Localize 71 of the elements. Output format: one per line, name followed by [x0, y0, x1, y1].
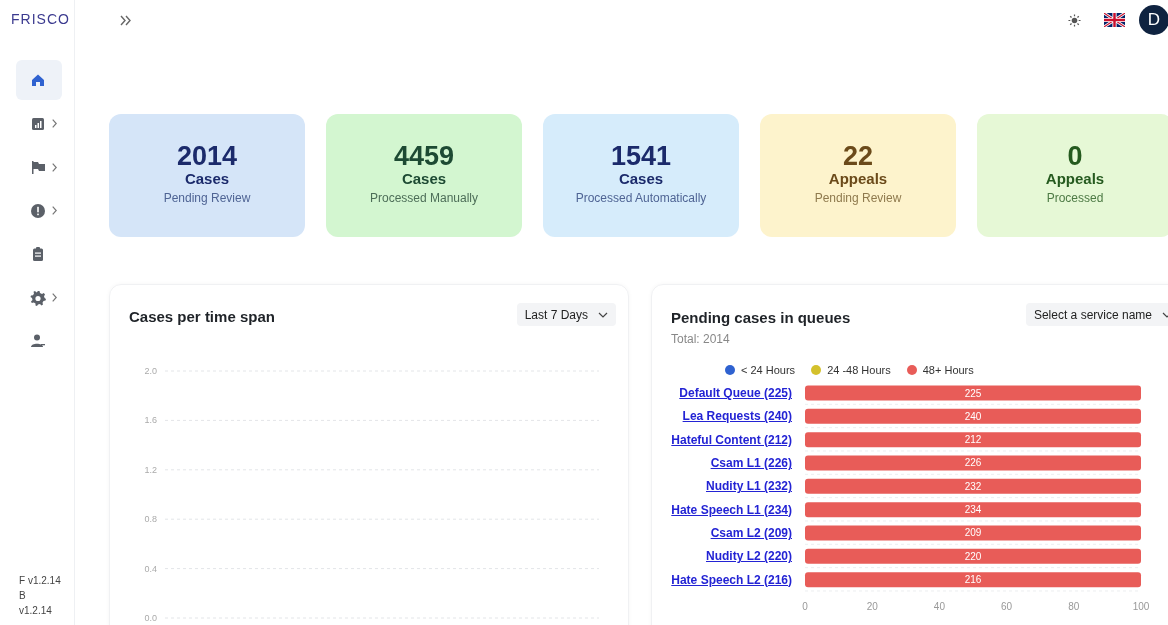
axis-tick-label: 0.8: [144, 514, 157, 525]
queue-link[interactable]: Nudity L1 (232): [706, 475, 792, 499]
axis-tick-label: 0.0: [144, 613, 157, 623]
stat-label: Pending Review: [814, 191, 902, 205]
stat-unit: Cases: [401, 170, 447, 187]
total-text: Total: 2014: [671, 332, 731, 346]
stat-label: Processed Manually: [369, 191, 479, 205]
queue-link[interactable]: Hateful Content (212): [671, 428, 792, 452]
service-dropdown[interactable]: Select a service name: [1025, 303, 1168, 326]
queue-link[interactable]: Default Queue (225): [679, 382, 792, 406]
card-title: Cases per time span: [129, 308, 275, 325]
logo: FRISCO: [11, 11, 70, 27]
version-text: v1.2.14: [19, 604, 53, 618]
bar-value-label: 226: [964, 457, 982, 469]
axis-tick-label: 0.4: [144, 563, 157, 574]
stat-label: Pending Review: [163, 191, 251, 205]
axis-tick-label: 2.0: [144, 366, 157, 376]
card-title: Pending cases in queues: [671, 309, 851, 326]
bar-value-label: 225: [964, 387, 982, 399]
bar-value-label: 240: [964, 410, 982, 422]
bar-value-label: 209: [964, 527, 982, 539]
stat-value: 2014: [176, 142, 238, 170]
queue-link[interactable]: Hate Speech L1 (234): [671, 498, 792, 522]
queue-link[interactable]: Lea Requests (240): [682, 405, 792, 429]
period-dropdown[interactable]: Last 7 Days: [516, 303, 616, 326]
version-text: B: [19, 589, 27, 603]
legend-label: 48+ Hours: [922, 364, 974, 376]
queue-link[interactable]: Nudity L2 (220): [706, 545, 792, 569]
version-text: F v1.2.14: [19, 574, 62, 588]
flag-icon[interactable]: [1104, 13, 1125, 27]
stat-value: 1541: [610, 142, 672, 170]
user-avatar[interactable]: D: [1139, 5, 1168, 35]
chevron-down-icon: [598, 311, 608, 318]
expand-icon[interactable]: [120, 14, 132, 26]
queue-link[interactable]: Hate Speech L2 (216): [671, 568, 792, 592]
flag-icon: [30, 159, 46, 175]
clipboard-icon: [30, 246, 46, 262]
gear-icon: [30, 289, 46, 306]
stat-unit: Appeals: [1045, 170, 1105, 187]
stat-unit: Appeals: [828, 170, 888, 187]
axis-tick-label: 80: [1068, 600, 1080, 612]
bar-value-label: 234: [964, 504, 982, 516]
stat-value: 22: [842, 142, 873, 170]
stat-label: Processed Automatically: [575, 191, 707, 205]
sidebar-item[interactable]: [16, 60, 62, 100]
axis-tick-label: 100: [1132, 600, 1150, 612]
bar-chart-icon: [30, 115, 46, 132]
legend-label: < 24 Hours: [741, 364, 796, 376]
bar-value-label: 220: [964, 550, 982, 562]
chevron-down-icon: [1162, 311, 1168, 318]
user-icon: [30, 333, 46, 349]
stat-unit: Cases: [184, 170, 230, 187]
stat-label: Processed: [1046, 191, 1104, 205]
queue-link[interactable]: Csam L1 (226): [710, 452, 792, 476]
axis-tick-label: 1.6: [144, 415, 157, 426]
legend-label: 24 -48 Hours: [827, 364, 891, 376]
axis-tick-label: 20: [866, 600, 878, 612]
alert-icon: [30, 202, 46, 219]
axis-tick-label: 40: [933, 600, 945, 612]
queue-link[interactable]: Csam L2 (209): [710, 521, 792, 546]
bar-value-label: 212: [964, 434, 982, 446]
bar-value-label: 216: [964, 574, 982, 586]
bar-value-label: 232: [964, 480, 982, 492]
axis-tick-label: 60: [1001, 600, 1013, 612]
sun-icon[interactable]: [1068, 13, 1081, 27]
stat-unit: Cases: [618, 170, 664, 187]
axis-tick-label: 1.2: [144, 464, 157, 475]
axis-tick-label: 0: [802, 600, 808, 612]
stat-value: 0: [1067, 142, 1083, 170]
stat-value: 4459: [393, 142, 455, 170]
home-icon: [30, 72, 46, 88]
